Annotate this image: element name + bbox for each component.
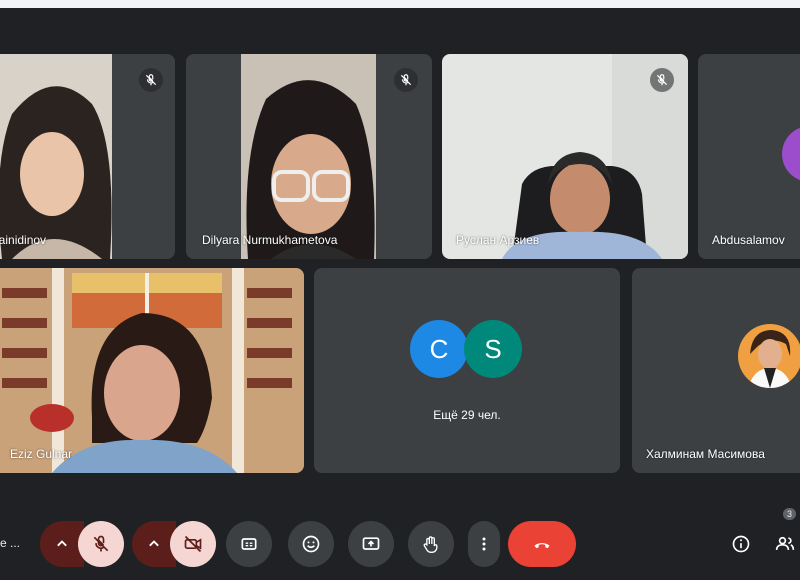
avatar: C [410,320,468,378]
more-vert-icon [482,537,486,551]
participant-video-5 [0,268,304,473]
participant-name-4: Abdusalamov [712,233,785,247]
chevron-up-icon [149,540,159,547]
participant-name-3: Руслан Арзиев [456,233,540,247]
participant-name-1: hainidinov [0,233,47,247]
participant-tile-2[interactable]: Dilyara Nurmukhametova [186,54,432,259]
more-options-button[interactable] [468,521,500,567]
end-call-button[interactable] [508,521,576,567]
raise-hand-button[interactable] [408,521,454,567]
emoji-icon [302,535,320,553]
raise-hand-icon [423,536,438,553]
meeting-info-button[interactable] [728,521,754,567]
participant-avatar-4 [782,126,800,182]
captions-button[interactable] [226,521,272,567]
camera-off-icon [184,535,202,553]
end-call-icon [534,543,550,549]
present-screen-icon [362,537,380,550]
participant-tile-7[interactable]: Халминам Масимова [632,268,800,473]
mic-off-icon [650,68,674,92]
participant-name-5: Eziz Gulnar [10,447,73,461]
avatar: S [464,320,522,378]
captions-icon [241,538,257,550]
people-button[interactable] [772,521,798,567]
meeting-title: e ... [0,536,21,550]
chevron-up-icon [57,540,67,547]
participant-tile-3[interactable]: Руслан Арзиев [442,54,688,259]
participant-tile-1[interactable]: hainidinov [0,54,175,259]
present-button[interactable] [348,521,394,567]
people-icon [775,536,795,550]
participant-tile-5[interactable]: Eziz Gulnar [0,268,304,473]
info-icon [732,535,750,553]
mic-toggle-button[interactable] [78,521,124,567]
avatar [738,324,800,388]
mic-off-icon [139,68,163,92]
participant-tile-4[interactable]: Abdusalamov [698,54,800,259]
participant-name-7: Халминам Масимова [646,447,765,461]
camera-toggle-button[interactable] [170,521,216,567]
mic-off-icon [394,68,418,92]
mic-off-icon [93,535,109,552]
others-tile[interactable]: C S Ещё 29 чел. [314,268,620,473]
people-count-badge: 3 [782,508,796,520]
browser-top-band [0,0,800,8]
more-participants-label: Ещё 29 чел. [433,408,501,422]
reactions-button[interactable] [288,521,334,567]
participant-name-2: Dilyara Nurmukhametova [202,233,338,247]
